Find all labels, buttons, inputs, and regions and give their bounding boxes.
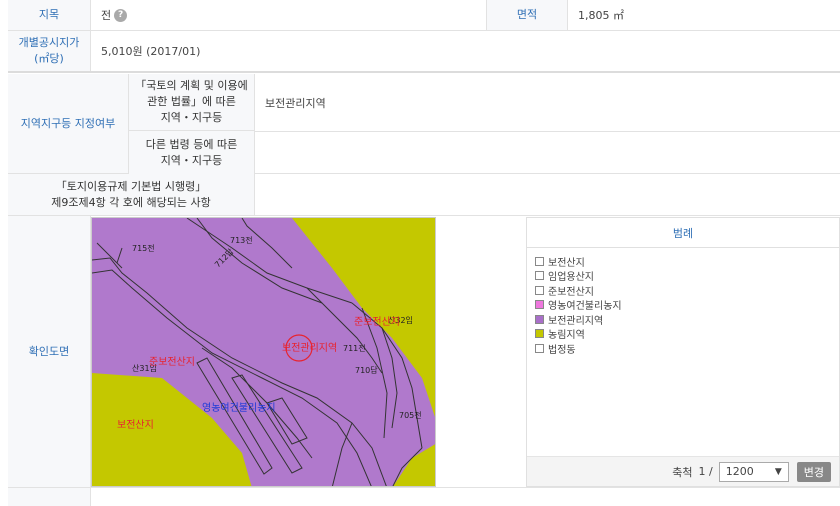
price-value: 5,010원 (2017/01) [101, 45, 201, 58]
legend-title: 범례 [527, 218, 839, 248]
legend-swatch [535, 300, 544, 310]
law2-label: 다른 법령 등에 따른 지역・지구등 [129, 131, 255, 174]
legend-swatch [535, 343, 544, 353]
legend-item: 영농여건불리농지 [535, 298, 839, 313]
zone-label-semi-conservation-right: 준보전산지 [354, 316, 400, 328]
chevron-down-icon: ▼ [774, 466, 782, 477]
zone-label-semi-conservation-left: 준보전산지 [149, 356, 195, 368]
legend-item-label: 보전관리지역 [548, 315, 604, 327]
scale-value: 1200 [725, 465, 754, 478]
area-value: 1,805 ㎡ [578, 9, 624, 22]
legend-item: 보전관리지역 [535, 312, 839, 327]
legend-item-label: 농림지역 [548, 330, 585, 342]
legend-swatch [535, 285, 544, 295]
legend-item-label: 보전산지 [548, 257, 585, 269]
enforcement-label-line2: 제9조제4항 각 호에 해당되는 사항 [51, 195, 211, 209]
law1-label-line1: 「국토의 계획 및 이용에 [135, 79, 248, 92]
law2-label-line2: 지역・지구등 [160, 153, 223, 167]
land-category-row: 지목 전 ? 면적 1,805 ㎡ [8, 0, 840, 31]
parcel-label-710: 710답 [355, 365, 378, 375]
zone-label-conservation-mountain: 보전산지 [117, 419, 154, 431]
zoning-header: 지역지구등 지정여부 [8, 74, 129, 173]
law1-value: 보전관리지역 [265, 96, 326, 110]
legend-swatch [535, 314, 544, 324]
zone-label-adverse-farmland: 영농여건불리농지 [202, 402, 276, 414]
legend-item-label: 임업용산지 [548, 272, 594, 284]
legend-item-label: 법정동 [548, 344, 576, 356]
law2-value [255, 131, 840, 174]
parcel-label-711: 711전 [343, 343, 366, 353]
scale-select[interactable]: 1200 ▼ [718, 461, 789, 482]
scale-label: 축척 [672, 465, 693, 479]
legend-item-label: 영농여건불리농지 [548, 301, 622, 313]
legend-item-label: 준보전산지 [548, 286, 594, 298]
law1-label-line2: 관한 법률」에 따른 [147, 95, 236, 108]
zoning-row: 지역지구등 지정여부 「국토의 계획 및 이용에 관한 법률」에 따른 지역・지… [8, 74, 840, 174]
map-header: 확인도면 [8, 216, 91, 487]
enforcement-label: 「토지이용규제 기본법 시행령」 제9조제4항 각 호에 해당되는 사항 [8, 174, 255, 215]
legend-item: 보전산지 [535, 254, 839, 269]
legend-item: 준보전산지 [535, 283, 839, 298]
land-category-label: 지목 [8, 0, 91, 30]
parcel-label-705: 705전 [399, 410, 422, 420]
legend-list: 보전산지임업용산지준보전산지영농여건불리농지보전관리지역농림지역법정동 [527, 248, 839, 356]
legend-item: 농림지역 [535, 327, 839, 342]
price-row: 개별공시지가(㎡당) 5,010원 (2017/01) [8, 31, 840, 73]
area-label: 면적 [486, 0, 568, 30]
zone-label-conservation-management: 보전관리지역 [282, 342, 337, 354]
land-use-info-panel: 지목 전 ? 면적 1,805 ㎡ 개별공시지가(㎡당) 5,010원 (201… [8, 0, 840, 506]
legend-swatch [535, 329, 544, 339]
scale-prefix: 1 / [698, 465, 713, 478]
legend-swatch [535, 271, 544, 281]
map-canvas[interactable]: 715전 713전 712답 711전 710답 705전 산31임 산32임 … [92, 218, 436, 487]
law1-label-line3: 지역・지구등 [160, 111, 223, 124]
help-icon[interactable]: ? [114, 8, 128, 22]
law1-label: 「국토의 계획 및 이용에 관한 법률」에 따른 지역・지구등 [129, 74, 255, 131]
land-use-map[interactable]: 715전 713전 712답 711전 710답 705전 산31임 산32임 … [91, 217, 436, 487]
bottom-row-label [8, 488, 91, 506]
parcel-label-713: 713전 [230, 235, 253, 245]
legend-item: 법정동 [535, 341, 839, 356]
price-label: 개별공시지가(㎡당) [8, 31, 91, 71]
parcel-label-715: 715전 [132, 243, 155, 253]
land-category-value: 전 [101, 9, 112, 22]
law2-label-line1: 다른 법령 등에 따른 [145, 137, 238, 151]
legend-panel: 범례 보전산지임업용산지준보전산지영농여건불리농지보전관리지역농림지역법정동 축… [526, 217, 840, 487]
scale-change-button[interactable]: 변경 [796, 461, 831, 482]
enforcement-value [255, 174, 840, 215]
land-category-cell: 전 ? [91, 0, 486, 30]
legend-item: 임업용산지 [535, 269, 839, 284]
enforcement-label-line1: 「토지이용규제 기본법 시행령」 [55, 179, 207, 193]
scale-bar: 축척 1 / 1200 ▼ 변경 [527, 456, 839, 486]
enforcement-row: 「토지이용규제 기본법 시행령」 제9조제4항 각 호에 해당되는 사항 [8, 174, 840, 216]
legend-swatch [535, 256, 544, 266]
bottom-row [8, 488, 840, 506]
